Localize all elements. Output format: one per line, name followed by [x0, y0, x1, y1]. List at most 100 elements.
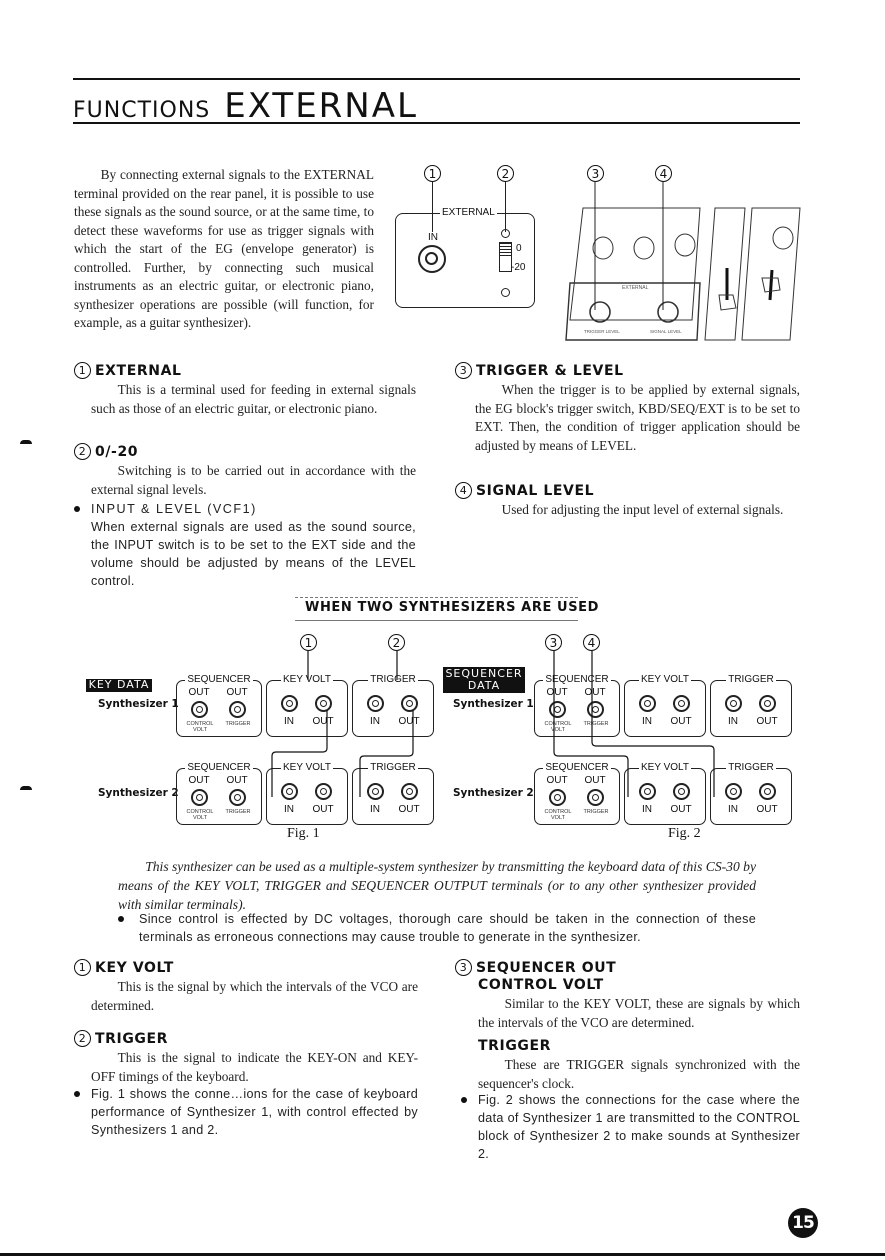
jack-label: IN	[284, 716, 294, 727]
fig1-caption: Fig. 1	[287, 826, 320, 841]
panel-title: KEY VOLT	[267, 761, 347, 775]
number-badge: 4	[455, 482, 472, 499]
jack-sublabel: CONTROL VOLT	[186, 809, 214, 821]
fig2-trigger-in-jack[interactable]	[725, 783, 742, 800]
external-in-jack[interactable]	[418, 245, 446, 273]
jack-sublabel: TRIGGER	[583, 809, 609, 815]
fig1-sequencer-out-jack[interactable]	[229, 701, 246, 718]
jack-sublabel: TRIGGER	[225, 721, 251, 727]
fig2-synth1-key-volt-panel: KEY VOLT IN OUT	[624, 674, 706, 737]
jack-sublabel: TRIGGER	[583, 721, 609, 727]
panel-title-text: SEQUENCER	[543, 674, 611, 685]
panel-title-text: SEQUENCER	[185, 674, 253, 685]
panel-title-text: SEQUENCER	[185, 762, 253, 773]
multi-system-paragraph: This synthesizer can be used as a multip…	[118, 859, 756, 912]
callout-1: 1	[424, 165, 441, 182]
item-body: This is the signal to indicate the KEY-O…	[91, 1050, 418, 1084]
trigger-level-knob-icon	[589, 301, 611, 323]
panel-title-text: TRIGGER	[368, 762, 418, 773]
section-title: EXTERNAL	[224, 86, 418, 126]
fig2-key-volt-out-jack[interactable]	[673, 695, 690, 712]
fig1-synth2-label: Synthesizer 2	[98, 787, 179, 799]
jack-label: OUT	[226, 775, 248, 786]
fig1-trigger-out-jack[interactable]	[401, 783, 418, 800]
panel-title: TRIGGER	[353, 761, 433, 775]
fig2-key-volt-out-jack[interactable]	[673, 783, 690, 800]
fig2-synth2-key-volt-panel: KEY VOLT IN OUT	[624, 762, 706, 825]
item-sequencer-out: 3 SEQUENCER OUT CONTROL VOLT Similar to t…	[455, 959, 800, 1093]
fig2-trigger-in-jack[interactable]	[725, 695, 742, 712]
fig1-key-volt-in-jack[interactable]	[281, 783, 298, 800]
fig1-sequencer-out-jack[interactable]	[191, 789, 208, 806]
screw-icon	[501, 288, 510, 297]
fig2-sequencer-out-jack[interactable]	[549, 789, 566, 806]
fig1-sequencer-out-jack[interactable]	[229, 789, 246, 806]
fig1-callout-1: 1	[300, 634, 317, 651]
panel-title: TRIGGER	[711, 761, 791, 775]
fig1-callout-2: 2	[388, 634, 405, 651]
item-body: These are TRIGGER signals synchronized w…	[478, 1057, 800, 1091]
panel-title-text: TRIGGER	[368, 674, 418, 685]
knob-icon	[592, 236, 614, 260]
fig1-sequencer-out-jack[interactable]	[191, 701, 208, 718]
fig2-sequencer-out-jack[interactable]	[587, 789, 604, 806]
fig2-trigger-out-jack[interactable]	[759, 695, 776, 712]
knob-icon	[633, 236, 655, 260]
jack-label: IN	[370, 716, 380, 727]
panel-title-text: KEY VOLT	[639, 762, 691, 773]
fig1-synth1-sequencer-panel: SEQUENCER OUT CONTROL VOLT OUT TRIGGER	[176, 674, 262, 737]
fig1-trigger-in-jack[interactable]	[367, 783, 384, 800]
item-trigger-level: 3 TRIGGER & LEVEL When the trigger is to …	[455, 362, 800, 455]
panel-title-text: KEY VOLT	[281, 762, 333, 773]
panel-title: SEQUENCER	[535, 673, 619, 687]
item-title: KEY VOLT	[95, 959, 174, 976]
section2-title: WHEN TWO SYNTHESIZERS ARE USED	[305, 600, 600, 615]
callout-2-leader	[505, 182, 506, 232]
bullet-icon	[118, 916, 124, 922]
fig2-sequencer-out-jack[interactable]	[549, 701, 566, 718]
slider-panel-2	[741, 207, 801, 341]
number-badge: 3	[455, 362, 472, 379]
fig2-synth2-sequencer-panel: SEQUENCER OUT CONTROL VOLT OUT TRIGGER	[534, 762, 620, 825]
item-heading: 1 EXTERNAL	[74, 362, 416, 379]
bullet-icon	[461, 1097, 467, 1103]
fig1-trigger-in-jack[interactable]	[367, 695, 384, 712]
fig2-note: Fig. 2 shows the connections for the cas…	[455, 1091, 800, 1163]
fig2-synth1-label: Synthesizer 1	[453, 698, 534, 710]
fig2-callout-4: 4	[583, 634, 600, 651]
item-title: 0/-20	[95, 443, 139, 460]
jack-label: OUT	[312, 716, 334, 727]
external-panel	[395, 213, 535, 308]
knob-icon	[772, 226, 794, 250]
header-top-rule	[73, 78, 800, 80]
number-badge: 2	[74, 1030, 91, 1047]
fig2-trigger-out-jack[interactable]	[759, 783, 776, 800]
fig2-synth1-sequencer-panel: SEQUENCER OUT CONTROL VOLT OUT TRIGGER	[534, 674, 620, 737]
trigger-level-label: TRIGGER LEVEL	[584, 329, 620, 334]
item-heading: 4 SIGNAL LEVEL	[455, 482, 800, 499]
jack-label: OUT	[226, 687, 248, 698]
number-badge: 1	[74, 362, 91, 379]
item-subheading: CONTROL VOLT	[478, 977, 604, 993]
knob-icon	[674, 233, 696, 257]
jack-label: OUT	[756, 716, 778, 727]
slider-cap-icon	[718, 294, 737, 311]
fig2-sequencer-out-jack[interactable]	[587, 701, 604, 718]
panel-title: TRIGGER	[353, 673, 433, 687]
fig1-key-volt-out-jack[interactable]	[315, 695, 332, 712]
fig1-key-volt-in-jack[interactable]	[281, 695, 298, 712]
fig2-key-volt-in-jack[interactable]	[639, 783, 656, 800]
fig1-key-volt-out-jack[interactable]	[315, 783, 332, 800]
panel-title: SEQUENCER	[177, 673, 261, 687]
intro-paragraph: By connecting external signals to the EX…	[74, 167, 374, 330]
registration-mark	[20, 440, 32, 444]
jack-label: OUT	[398, 716, 420, 727]
panel-title: SEQUENCER	[535, 761, 619, 775]
dc-note-text: Since control is effected by DC voltages…	[139, 912, 756, 944]
jack-label: OUT	[188, 775, 210, 786]
fig2-key-volt-in-jack[interactable]	[639, 695, 656, 712]
item-key-volt: 1 KEY VOLT This is the signal by which th…	[74, 959, 418, 1015]
jack-label: OUT	[584, 775, 606, 786]
switch-label-minus20: -20	[511, 262, 526, 273]
fig1-trigger-out-jack[interactable]	[401, 695, 418, 712]
